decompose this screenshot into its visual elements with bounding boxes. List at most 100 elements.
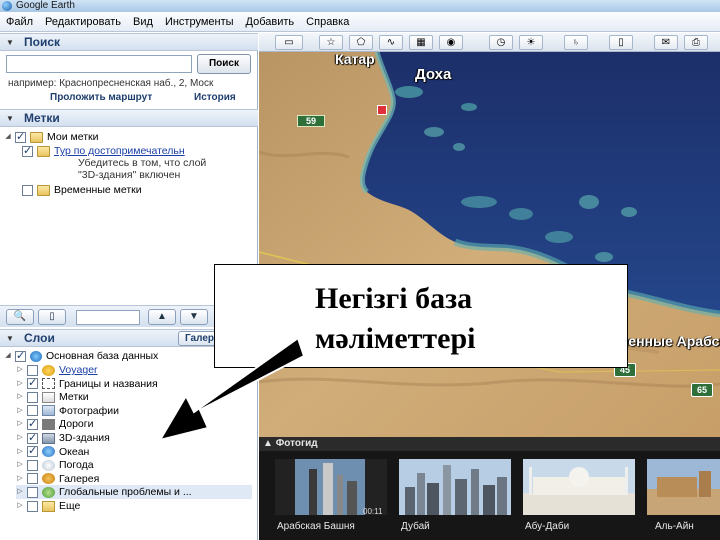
layer-row[interactable]: ▷ Глобальные проблемы и ...	[16, 485, 252, 500]
checkbox[interactable]	[27, 391, 38, 403]
places-panel-title: Метки	[24, 111, 60, 125]
layer-label[interactable]: Voyager	[59, 363, 98, 377]
checkbox[interactable]	[27, 473, 38, 485]
historical-imagery-icon[interactable]: ◷	[489, 35, 513, 50]
checkbox[interactable]	[22, 144, 33, 158]
layer-label: Галерея	[59, 472, 100, 485]
checkbox[interactable]	[27, 364, 38, 376]
sidebar-toggle-icon[interactable]: ▭	[275, 35, 303, 50]
photo-caption: Арабская Башня	[277, 521, 355, 532]
expand-icon[interactable]: ▷	[16, 485, 24, 499]
checkbox[interactable]	[27, 417, 38, 431]
planet-icon[interactable]: ♄	[564, 35, 588, 50]
checkbox[interactable]	[27, 431, 38, 445]
search-panel-title: Поиск	[24, 35, 61, 49]
history-link[interactable]: История	[194, 92, 236, 103]
move-up-icon[interactable]: ▲	[148, 309, 176, 325]
layer-row[interactable]: ▷ Voyager	[16, 363, 98, 377]
collapse-icon[interactable]: ◢	[4, 349, 12, 363]
layer-row[interactable]: ▷ 3D-здания	[16, 431, 110, 445]
ruler-icon[interactable]: ▯	[609, 35, 633, 50]
expand-icon[interactable]: ▷	[16, 404, 24, 418]
sun-icon[interactable]: ☀	[519, 35, 543, 50]
photo-strip-header[interactable]: ▲ Фотогид	[259, 437, 720, 451]
global-issues-icon	[42, 486, 55, 498]
layer-row[interactable]: ▷ Метки	[16, 390, 89, 404]
search-panel-header[interactable]: ▼ Поиск	[0, 33, 258, 51]
folder-icon	[30, 131, 43, 143]
expand-icon[interactable]: ▷	[16, 458, 24, 472]
expand-icon[interactable]: ▷	[16, 499, 24, 513]
checkbox[interactable]	[22, 184, 33, 196]
places-panel-header[interactable]: ▼ Метки	[0, 109, 258, 127]
checkbox[interactable]	[27, 500, 38, 512]
expand-icon[interactable]: ▷	[16, 377, 24, 391]
move-down-icon[interactable]: ▼	[180, 309, 208, 325]
menu-add[interactable]: Добавить	[240, 12, 301, 32]
places-item-label: Временные метки	[54, 184, 142, 196]
window-title: Google Earth	[16, 0, 75, 11]
layer-row[interactable]: ▷ Дороги	[16, 417, 93, 431]
layer-label: Метки	[59, 391, 89, 404]
expand-icon[interactable]: ▷	[16, 390, 24, 404]
menu-tools[interactable]: Инструменты	[159, 12, 240, 32]
route-shield: 59	[297, 115, 325, 127]
menu-edit[interactable]: Редактировать	[39, 12, 127, 32]
checkbox[interactable]	[27, 405, 38, 417]
layer-row[interactable]: ▷ Границы и названия	[16, 376, 157, 391]
search-input[interactable]	[6, 55, 192, 73]
places-item-my-places[interactable]: ◢ Мои метки	[4, 130, 98, 144]
layer-row[interactable]: ▷ Фотографии	[16, 404, 119, 418]
satellite-map[interactable]	[259, 52, 720, 437]
menu-help[interactable]: Справка	[300, 12, 355, 32]
directions-link[interactable]: Проложить маршрут	[50, 92, 152, 103]
places-item-temporary[interactable]: Временные метки	[22, 183, 142, 197]
menu-file[interactable]: Файл	[0, 12, 39, 32]
expand-icon[interactable]: ▷	[16, 417, 24, 431]
annotation-box: Негізгі база мәліметтері	[214, 264, 628, 368]
layer-row[interactable]: ▷ Галерея	[16, 472, 99, 486]
layer-row-primary[interactable]: ◢ Основная база данных	[4, 349, 158, 363]
overlay-icon[interactable]: ▦	[409, 35, 433, 50]
collapse-icon[interactable]: ◢	[4, 130, 12, 144]
email-icon[interactable]: ✉	[654, 35, 678, 50]
layer-label: Погода	[59, 459, 94, 472]
checkbox[interactable]	[27, 444, 38, 458]
google-earth-icon	[2, 1, 12, 11]
checkbox[interactable]	[15, 349, 26, 363]
checkbox[interactable]	[27, 459, 38, 471]
expand-icon[interactable]: ▷	[16, 445, 24, 459]
weather-icon	[42, 459, 55, 471]
checkbox[interactable]	[27, 486, 38, 498]
panel-toggle-icon[interactable]: ▯	[38, 309, 66, 325]
search-places-icon[interactable]: 🔍	[6, 309, 34, 325]
menu-view[interactable]: Вид	[127, 12, 159, 32]
more-icon	[42, 500, 55, 512]
placemark-icon[interactable]: ☆	[319, 35, 343, 50]
layer-row[interactable]: ▷ Еще	[16, 499, 80, 513]
globe-icon	[30, 350, 42, 362]
checkbox[interactable]	[15, 130, 26, 144]
folder-icon	[37, 145, 50, 157]
layer-row[interactable]: ▷ Погода	[16, 458, 94, 472]
polygon-icon[interactable]: ⬠	[349, 35, 373, 50]
expand-icon[interactable]: ▷	[16, 431, 24, 445]
layer-label: Основная база данных	[46, 350, 159, 362]
expand-icon[interactable]: ▷	[16, 472, 24, 486]
route-shield: 65	[691, 383, 713, 397]
layer-row[interactable]: ▷ Океан	[16, 444, 89, 459]
print-icon[interactable]: ⎙	[684, 35, 708, 50]
expand-icon[interactable]: ▷	[16, 363, 24, 377]
path-icon[interactable]: ∿	[379, 35, 403, 50]
photo-thumbnail[interactable]	[523, 459, 635, 515]
video-duration: 00:11	[363, 507, 383, 516]
checkbox[interactable]	[27, 376, 38, 390]
search-button[interactable]: Поиск	[197, 54, 251, 74]
layers-panel-title: Слои	[24, 331, 55, 345]
places-filter-input[interactable]	[76, 310, 140, 325]
photo-thumbnail[interactable]	[647, 459, 720, 515]
layer-label: 3D-здания	[59, 432, 110, 444]
photo-thumbnail[interactable]	[399, 459, 511, 515]
tour-record-icon[interactable]: ◉	[439, 35, 463, 50]
location-marker-icon[interactable]	[377, 105, 387, 115]
